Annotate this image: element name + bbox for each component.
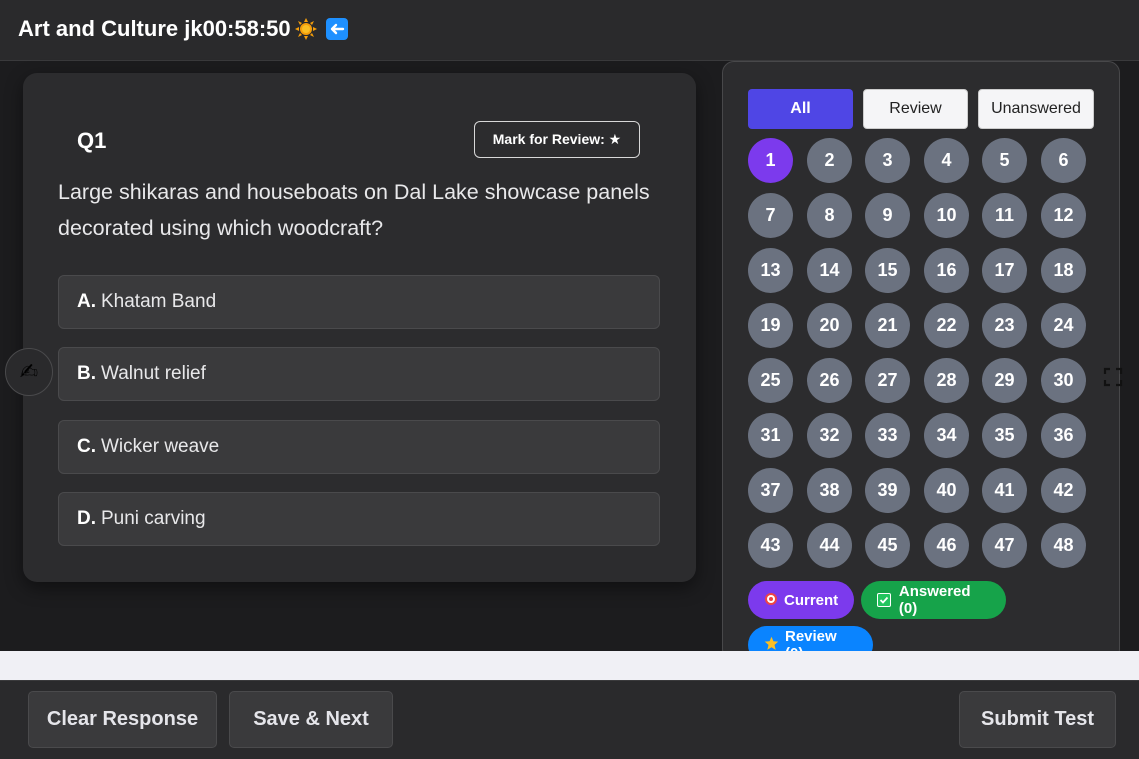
question-bubble-3[interactable]: 3	[865, 138, 910, 183]
question-bubble-19[interactable]: 19	[748, 303, 793, 348]
question-bubble-26[interactable]: 26	[807, 358, 852, 403]
check-icon	[877, 593, 891, 607]
submit-test-button[interactable]: Submit Test	[959, 691, 1116, 748]
legend-answered: Answered (0)	[861, 581, 1006, 619]
save-next-button[interactable]: Save & Next	[229, 691, 393, 748]
question-bubble-33[interactable]: 33	[865, 413, 910, 458]
top-bar: Art and Culture jk 00:58:50	[0, 0, 1139, 61]
writing-hand-icon[interactable]: ✍	[5, 348, 53, 396]
question-bubble-43[interactable]: 43	[748, 523, 793, 568]
question-bubble-40[interactable]: 40	[924, 468, 969, 513]
option-c[interactable]: C. Wicker weave	[58, 420, 660, 474]
question-bubble-32[interactable]: 32	[807, 413, 852, 458]
test-name: Art and Culture jk	[18, 16, 203, 41]
footer-bar: Clear Response Save & Next Submit Test	[0, 680, 1139, 759]
timer: 00:58:50	[202, 16, 291, 41]
question-bubble-38[interactable]: 38	[807, 468, 852, 513]
legend-current: Current	[748, 581, 854, 619]
option-label: Walnut relief	[101, 363, 206, 384]
clear-response-button[interactable]: Clear Response	[28, 691, 217, 748]
question-bubble-48[interactable]: 48	[1041, 523, 1086, 568]
question-bubble-17[interactable]: 17	[982, 248, 1027, 293]
question-bubble-28[interactable]: 28	[924, 358, 969, 403]
question-bubble-31[interactable]: 31	[748, 413, 793, 458]
question-bubble-2[interactable]: 2	[807, 138, 852, 183]
question-bubble-20[interactable]: 20	[807, 303, 852, 348]
legend-current-label: Current	[784, 591, 839, 609]
question-bubble-34[interactable]: 34	[924, 413, 969, 458]
question-bubble-36[interactable]: 36	[1041, 413, 1086, 458]
divider-strip	[0, 651, 1139, 680]
option-label: Wicker weave	[101, 436, 220, 457]
question-card: Q1 Mark for Review: ★ Large shikaras and…	[23, 73, 696, 582]
question-bubble-27[interactable]: 27	[865, 358, 910, 403]
filter-unanswered-button[interactable]: Unanswered	[978, 89, 1094, 129]
option-label: Puni carving	[101, 508, 206, 529]
question-bubble-24[interactable]: 24	[1041, 303, 1086, 348]
test-title: Art and Culture jk 00:58:50	[18, 16, 348, 42]
question-bubble-47[interactable]: 47	[982, 523, 1027, 568]
question-bubble-45[interactable]: 45	[865, 523, 910, 568]
question-bubble-4[interactable]: 4	[924, 138, 969, 183]
option-a[interactable]: A. Khatam Band	[58, 275, 660, 329]
target-icon	[764, 592, 778, 609]
question-bubble-39[interactable]: 39	[865, 468, 910, 513]
question-bubble-30[interactable]: 30	[1041, 358, 1086, 403]
option-key: A.	[77, 291, 96, 312]
option-d[interactable]: D. Puni carving	[58, 492, 660, 546]
question-bubble-6[interactable]: 6	[1041, 138, 1086, 183]
question-bubble-21[interactable]: 21	[865, 303, 910, 348]
question-text: Large shikaras and houseboats on Dal Lak…	[58, 180, 650, 240]
question-bubble-13[interactable]: 13	[748, 248, 793, 293]
question-bubble-8[interactable]: 8	[807, 193, 852, 238]
question-bubble-10[interactable]: 10	[924, 193, 969, 238]
question-bubble-44[interactable]: 44	[807, 523, 852, 568]
question-bubble-14[interactable]: 14	[807, 248, 852, 293]
filter-review-button[interactable]: Review	[863, 89, 968, 129]
question-bubble-22[interactable]: 22	[924, 303, 969, 348]
option-key: D.	[77, 508, 96, 529]
question-palette: All Review Unanswered 1 2 3 4 5 6 7 8 9 10 11 12 13 1…	[722, 61, 1120, 664]
sun-icon	[294, 18, 317, 40]
question-bubble-1[interactable]: 1	[748, 138, 793, 183]
question-bubble-7[interactable]: 7	[748, 193, 793, 238]
question-bubble-11[interactable]: 11	[982, 193, 1027, 238]
mark-for-review-button[interactable]: Mark for Review: ★	[474, 121, 640, 158]
question-bubble-46[interactable]: 46	[924, 523, 969, 568]
question-bubble-16[interactable]: 16	[924, 248, 969, 293]
option-label: Khatam Band	[101, 291, 217, 312]
option-b[interactable]: B. Walnut relief	[58, 347, 660, 401]
question-number: Q1	[77, 128, 107, 153]
question-bubble-25[interactable]: 25	[748, 358, 793, 403]
fullscreen-icon[interactable]	[1103, 367, 1123, 387]
question-bubble-29[interactable]: 29	[982, 358, 1027, 403]
back-arrow-icon[interactable]	[325, 18, 348, 40]
option-key: B.	[77, 363, 96, 384]
question-bubble-41[interactable]: 41	[982, 468, 1027, 513]
legend-answered-label: Answered (0)	[898, 583, 971, 617]
question-bubble-5[interactable]: 5	[982, 138, 1027, 183]
question-bubble-18[interactable]: 18	[1041, 248, 1086, 293]
question-bubble-9[interactable]: 9	[865, 193, 910, 238]
question-bubble-42[interactable]: 42	[1041, 468, 1086, 513]
filter-all-button[interactable]: All	[748, 89, 853, 129]
option-key: C.	[77, 436, 96, 457]
question-bubble-23[interactable]: 23	[982, 303, 1027, 348]
question-bubble-12[interactable]: 12	[1041, 193, 1086, 238]
question-bubble-15[interactable]: 15	[865, 248, 910, 293]
question-bubble-35[interactable]: 35	[982, 413, 1027, 458]
question-bubble-37[interactable]: 37	[748, 468, 793, 513]
